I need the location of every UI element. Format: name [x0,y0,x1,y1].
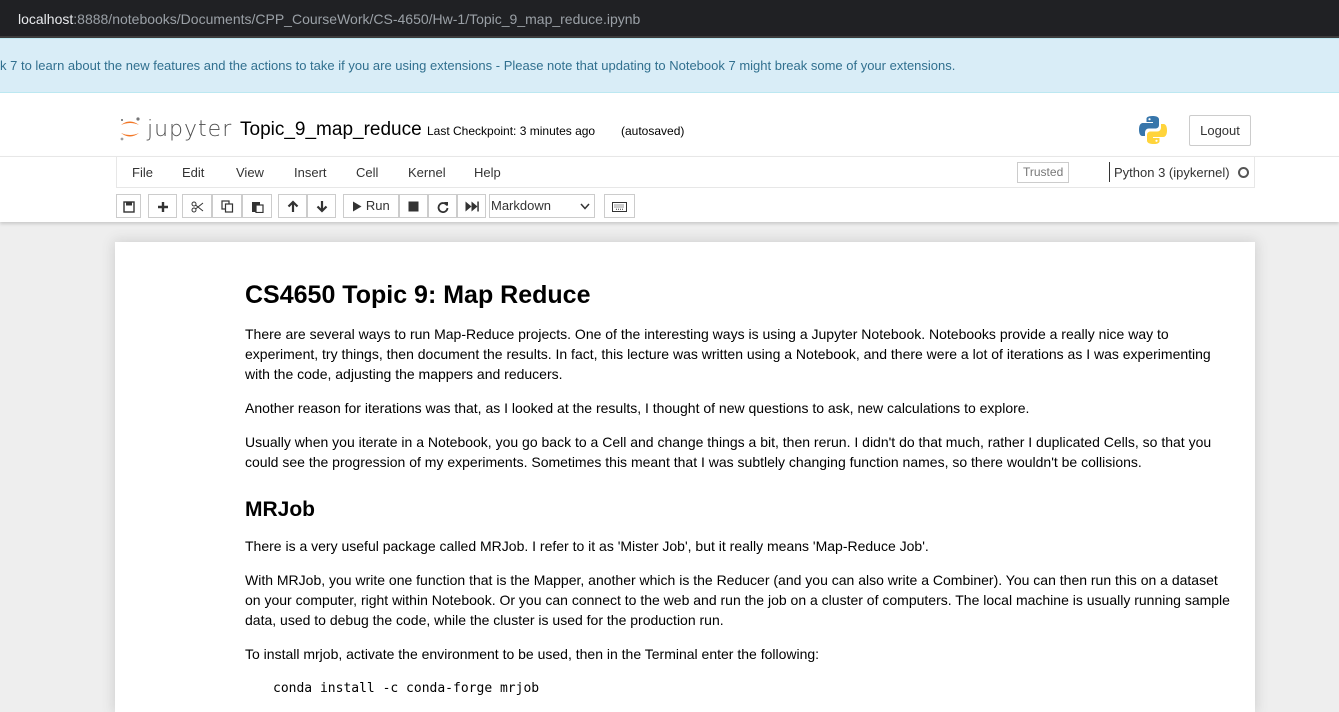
paragraph-duplicates: Usually when you iterate in a Notebook, … [245,434,1212,470]
copy-button[interactable] [212,194,242,218]
paragraph-intro: There are several ways to run Map-Reduce… [245,326,1211,382]
paragraph-iterations: Another reason for iterations was that, … [245,400,1030,416]
jupyter-logo-text: jupyter [147,117,233,142]
refresh-icon [437,201,448,213]
cell-type-value: Markdown [491,198,551,213]
autosave-status: (autosaved) [621,124,685,138]
header: jupyter Topic_9_map_reduce Last Checkpoi… [0,93,1339,156]
restart-run-all-button[interactable] [457,194,486,218]
insert-cell-button[interactable] [148,194,177,218]
cell-type-select[interactable]: Markdown [489,194,595,218]
kernel-idle-icon [1238,167,1249,178]
command-palette-button[interactable] [604,194,635,218]
paragraph-mrjob: There is a very useful package called MR… [245,538,929,554]
trusted-indicator[interactable]: Trusted [1017,162,1070,183]
section-heading-mrjob: MRJob [245,498,315,521]
menu-cell[interactable]: Cell [356,165,378,180]
logout-button[interactable]: Logout [1189,115,1251,146]
notice-text: k 7 to learn about the new features and … [0,58,956,73]
jupyter-logo-icon [120,117,140,141]
notebook-title: CS4650 Topic 9: Map Reduce [245,281,591,309]
paste-icon [251,202,264,214]
interrupt-button[interactable] [399,194,428,218]
browser-address-bar[interactable]: localhost:8888/notebooks/Documents/CPP_C… [0,0,1339,38]
menu-file[interactable]: File [132,165,153,180]
keyboard-icon [612,201,627,212]
scissors-icon [191,201,203,213]
menu-kernel[interactable]: Kernel [408,165,446,180]
arrow-down-icon [316,201,327,213]
kernel-separator [1109,162,1110,182]
chevron-down-icon [580,203,590,210]
run-button[interactable]: Run [343,194,399,218]
url-host: localhost [18,11,74,27]
python-logo-icon [1139,116,1167,144]
install-command: conda install -c conda-forge mrjob [273,681,540,696]
move-down-button[interactable] [307,194,336,218]
notebook7-notice-banner: k 7 to learn about the new features and … [0,38,1339,93]
arrow-up-icon [287,200,298,213]
kernel-name[interactable]: Python 3 (ipykernel) [1114,165,1230,180]
last-checkpoint: Last Checkpoint: 3 minutes ago [427,124,596,138]
run-button-label: Run [365,198,390,213]
save-icon [122,200,135,213]
menu-insert[interactable]: Insert [294,165,327,180]
menu-edit[interactable]: Edit [182,165,204,180]
menu-view[interactable]: View [236,165,264,180]
stop-icon [408,201,419,212]
menu-help[interactable]: Help [474,165,501,180]
paste-button[interactable] [242,194,272,218]
jupyter-logo[interactable]: jupyter [117,115,231,145]
url-path: :8888/notebooks/Documents/CPP_CourseWork… [73,11,641,27]
notebook-name[interactable]: Topic_9_map_reduce [240,119,422,141]
menubar: File Edit View Insert Cell Kernel Help T… [116,157,1255,188]
play-icon [353,201,362,212]
notebook-page: CS4650 Topic 9: Map Reduce There are sev… [115,242,1255,712]
url-text[interactable]: localhost:8888/notebooks/Documents/CPP_C… [18,11,640,27]
restart-button[interactable] [428,194,457,218]
copy-icon [220,200,233,213]
move-up-button[interactable] [278,194,307,218]
fast-forward-icon [465,201,479,212]
paragraph-mapper-reducer: With MRJob, you write one function that … [245,572,1230,628]
plus-icon [157,201,168,212]
paragraph-install: To install mrjob, activate the environme… [245,646,820,662]
cut-button[interactable] [182,194,212,218]
save-button[interactable] [116,194,141,218]
menubar-container: File Edit View Insert Cell Kernel Help T… [0,156,1339,222]
